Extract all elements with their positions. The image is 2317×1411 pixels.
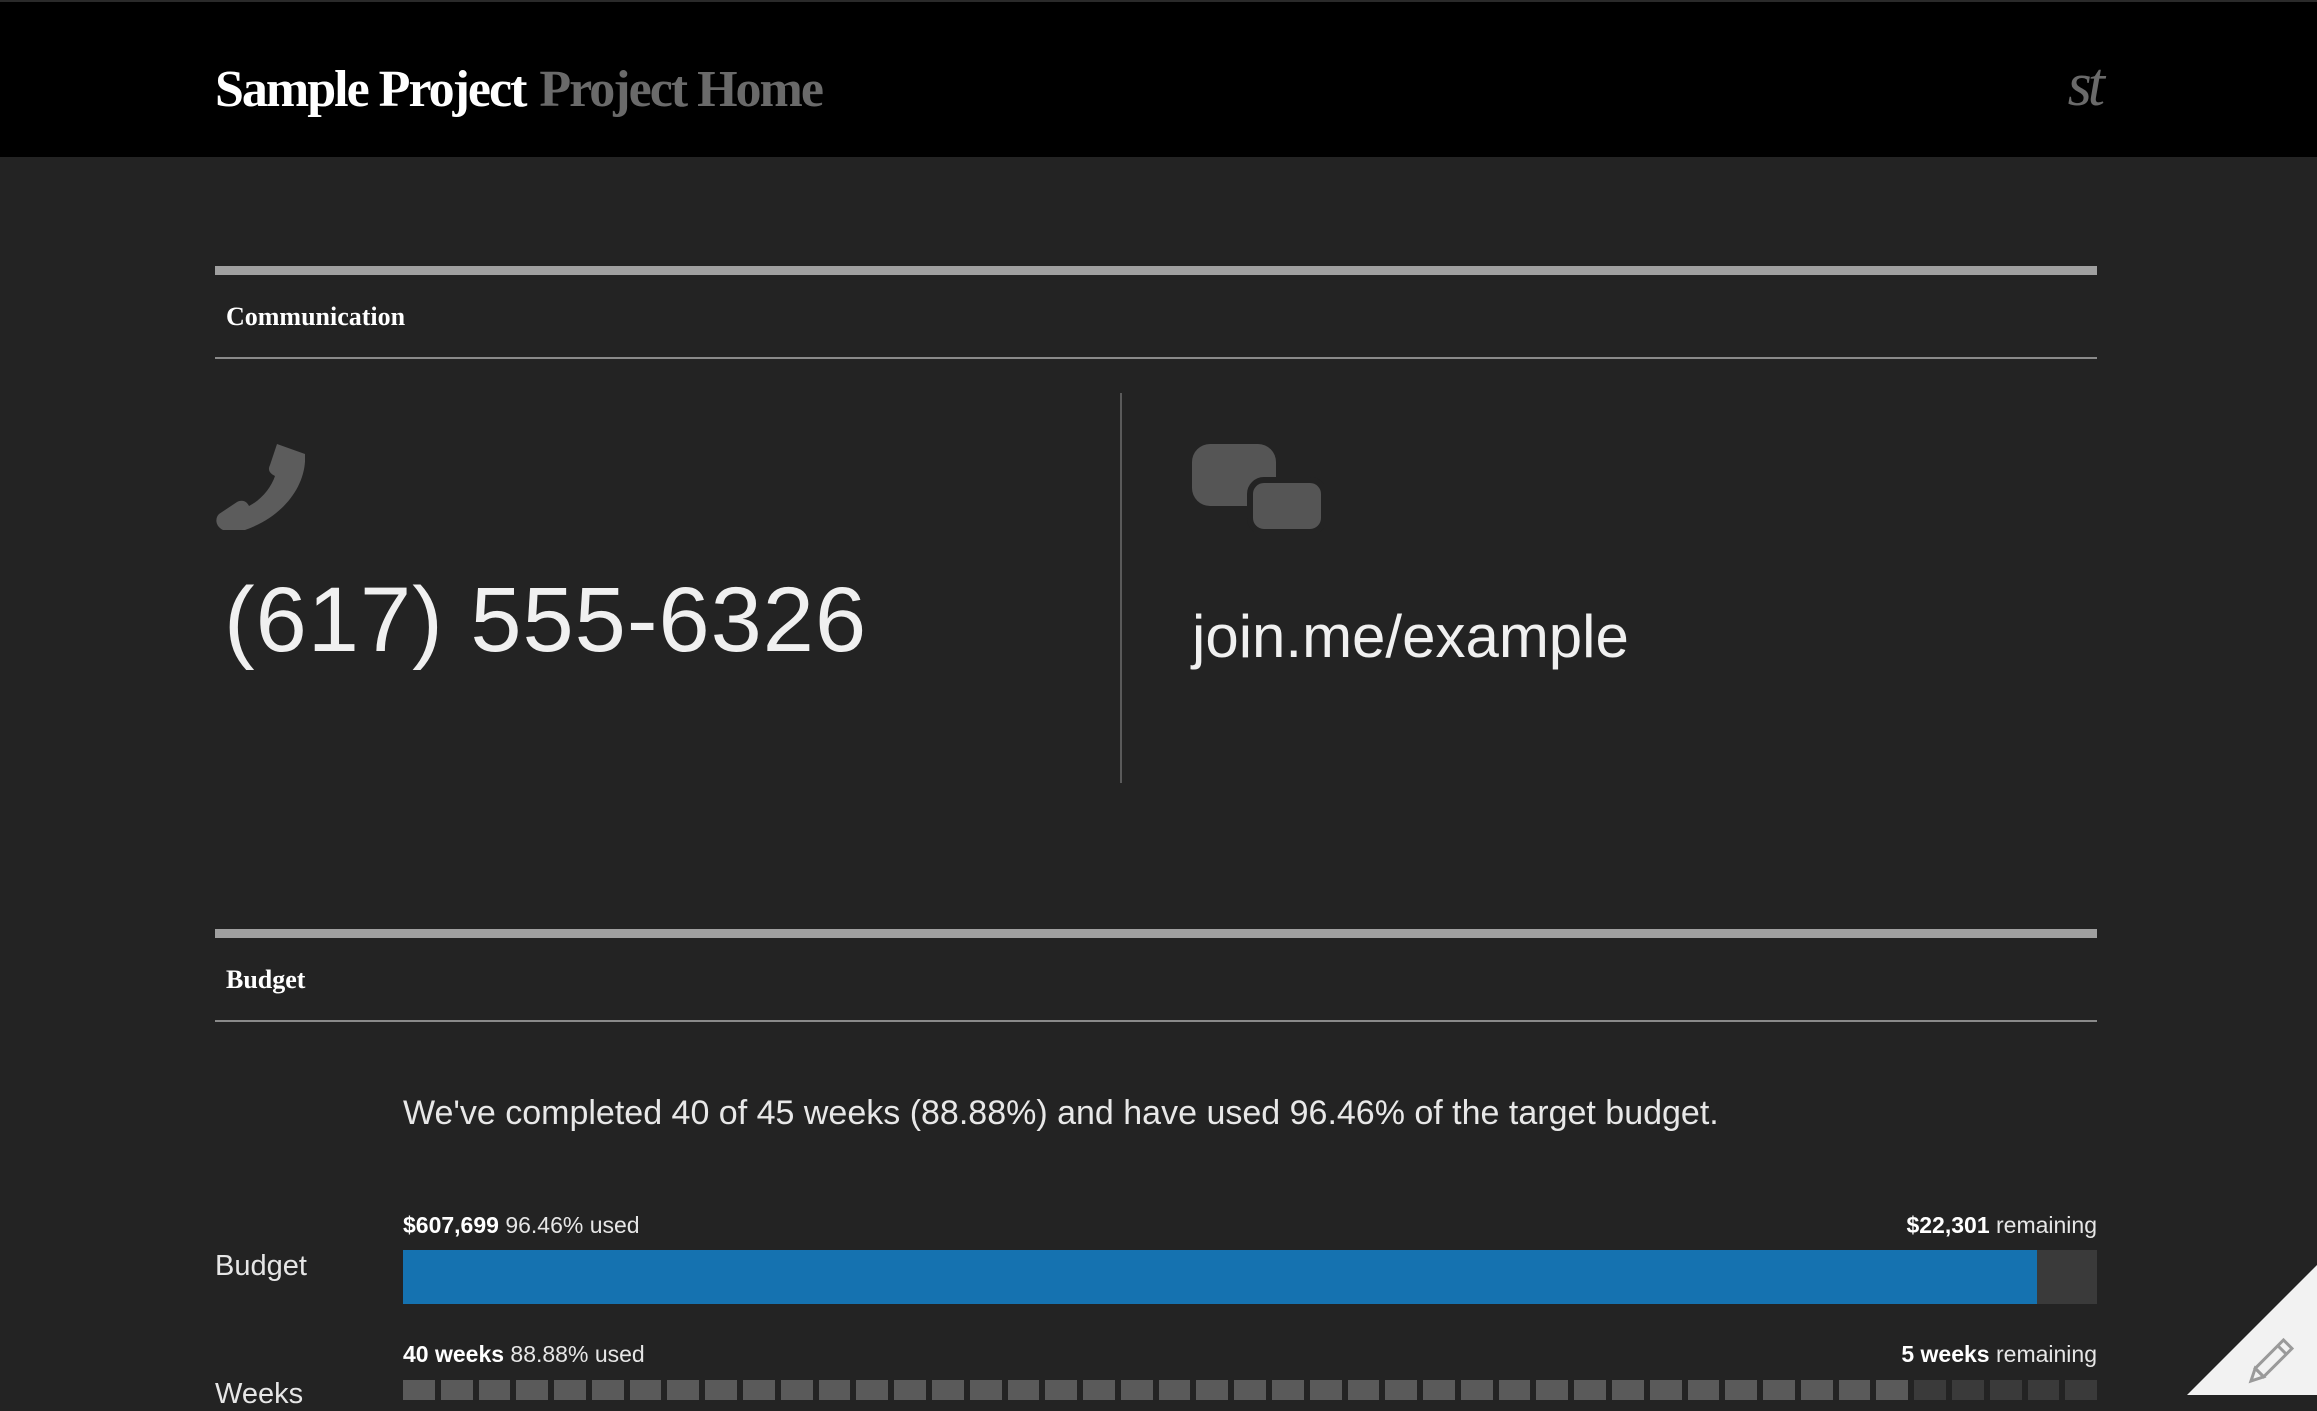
weeks-remaining-text: remaining bbox=[1996, 1341, 2097, 1367]
budget-progress-bar bbox=[403, 1250, 2097, 1304]
budget-summary: We've completed 40 of 45 weeks (88.88%) … bbox=[403, 1094, 1719, 1132]
chat-bubbles-icon bbox=[1192, 444, 1324, 532]
week-cell bbox=[1007, 1380, 1040, 1400]
week-cell bbox=[591, 1380, 624, 1400]
week-cell bbox=[1952, 1380, 1984, 1400]
budget-header-divider bbox=[215, 1020, 2097, 1022]
week-cell bbox=[1083, 1380, 1115, 1400]
week-cell bbox=[403, 1380, 435, 1400]
week-cell bbox=[1914, 1380, 1947, 1400]
week-cell bbox=[1271, 1380, 1304, 1400]
week-cell bbox=[931, 1380, 964, 1400]
week-cell bbox=[554, 1380, 586, 1400]
budget-remaining-amount: $22,301 bbox=[1906, 1212, 1990, 1238]
week-cell bbox=[1120, 1380, 1153, 1400]
edit-corner-button[interactable] bbox=[2187, 1265, 2317, 1395]
week-cell bbox=[1536, 1380, 1569, 1400]
budget-remaining-text: remaining bbox=[1996, 1212, 2097, 1238]
week-cell bbox=[1158, 1380, 1191, 1400]
project-name[interactable]: Sample Project bbox=[215, 61, 527, 118]
week-cell bbox=[894, 1380, 926, 1400]
top-bar: Sample Project Project Home st bbox=[0, 0, 2317, 157]
week-cell bbox=[1574, 1380, 1606, 1400]
budget-used-meta: $607,699 96.46% used bbox=[403, 1212, 640, 1239]
week-cell bbox=[1234, 1380, 1266, 1400]
budget-remaining-meta: $22,301 remaining bbox=[1906, 1212, 2097, 1239]
weeks-remaining-meta: 5 weeks remaining bbox=[1901, 1341, 2097, 1368]
communication-header-divider bbox=[215, 357, 2097, 359]
week-cell bbox=[743, 1380, 775, 1400]
week-cell bbox=[1838, 1380, 1871, 1400]
app-logo[interactable]: st bbox=[2068, 50, 2105, 121]
week-cell bbox=[2027, 1380, 2060, 1400]
week-cell bbox=[705, 1380, 738, 1400]
week-cell bbox=[1763, 1380, 1795, 1400]
budget-used-amount: $607,699 bbox=[403, 1212, 499, 1238]
week-cell bbox=[1460, 1380, 1493, 1400]
weeks-used-amount: 40 weeks bbox=[403, 1341, 505, 1367]
phone-number[interactable]: (617) 555-6326 bbox=[224, 568, 867, 673]
week-cell bbox=[1989, 1380, 2022, 1400]
weeks-used-meta: 40 weeks 88.88% used bbox=[403, 1341, 645, 1368]
week-cell bbox=[629, 1380, 662, 1400]
weeks-remaining-amount: 5 weeks bbox=[1901, 1341, 1990, 1367]
week-cell bbox=[780, 1380, 813, 1400]
week-cell bbox=[1309, 1380, 1342, 1400]
week-cell bbox=[1725, 1380, 1758, 1400]
page-name: Project Home bbox=[539, 61, 824, 118]
week-cell bbox=[1045, 1380, 1078, 1400]
week-cell bbox=[1385, 1380, 1418, 1400]
week-cell bbox=[1196, 1380, 1229, 1400]
communication-section-rule bbox=[215, 266, 2097, 275]
week-cell bbox=[1800, 1380, 1833, 1400]
budget-progress-fill bbox=[403, 1250, 2038, 1304]
weeks-progress-grid bbox=[403, 1380, 2098, 1400]
phone-icon bbox=[216, 444, 305, 530]
communication-divider bbox=[1120, 393, 1122, 783]
week-cell bbox=[1649, 1380, 1682, 1400]
week-cell bbox=[1347, 1380, 1380, 1400]
meeting-link[interactable]: join.me/example bbox=[1192, 602, 1629, 671]
week-cell bbox=[440, 1380, 473, 1400]
weeks-used-text: 88.88% used bbox=[510, 1341, 645, 1367]
week-cell bbox=[1612, 1380, 1644, 1400]
week-cell bbox=[969, 1380, 1002, 1400]
week-cell bbox=[1687, 1380, 1720, 1400]
budget-row-label: Budget bbox=[215, 1250, 307, 1282]
week-cell bbox=[2065, 1380, 2098, 1400]
week-cell bbox=[478, 1380, 511, 1400]
week-cell bbox=[667, 1380, 700, 1400]
week-cell bbox=[1876, 1380, 1909, 1400]
week-cell bbox=[1423, 1380, 1455, 1400]
week-cell bbox=[516, 1380, 549, 1400]
budget-section-rule bbox=[215, 929, 2097, 938]
week-cell bbox=[856, 1380, 889, 1400]
communication-section-title: Communication bbox=[226, 302, 406, 331]
brand: Sample Project Project Home bbox=[215, 60, 824, 119]
week-cell bbox=[1498, 1380, 1531, 1400]
budget-section-title: Budget bbox=[226, 965, 306, 994]
budget-used-text: 96.46% used bbox=[505, 1212, 640, 1238]
week-cell bbox=[818, 1380, 851, 1400]
